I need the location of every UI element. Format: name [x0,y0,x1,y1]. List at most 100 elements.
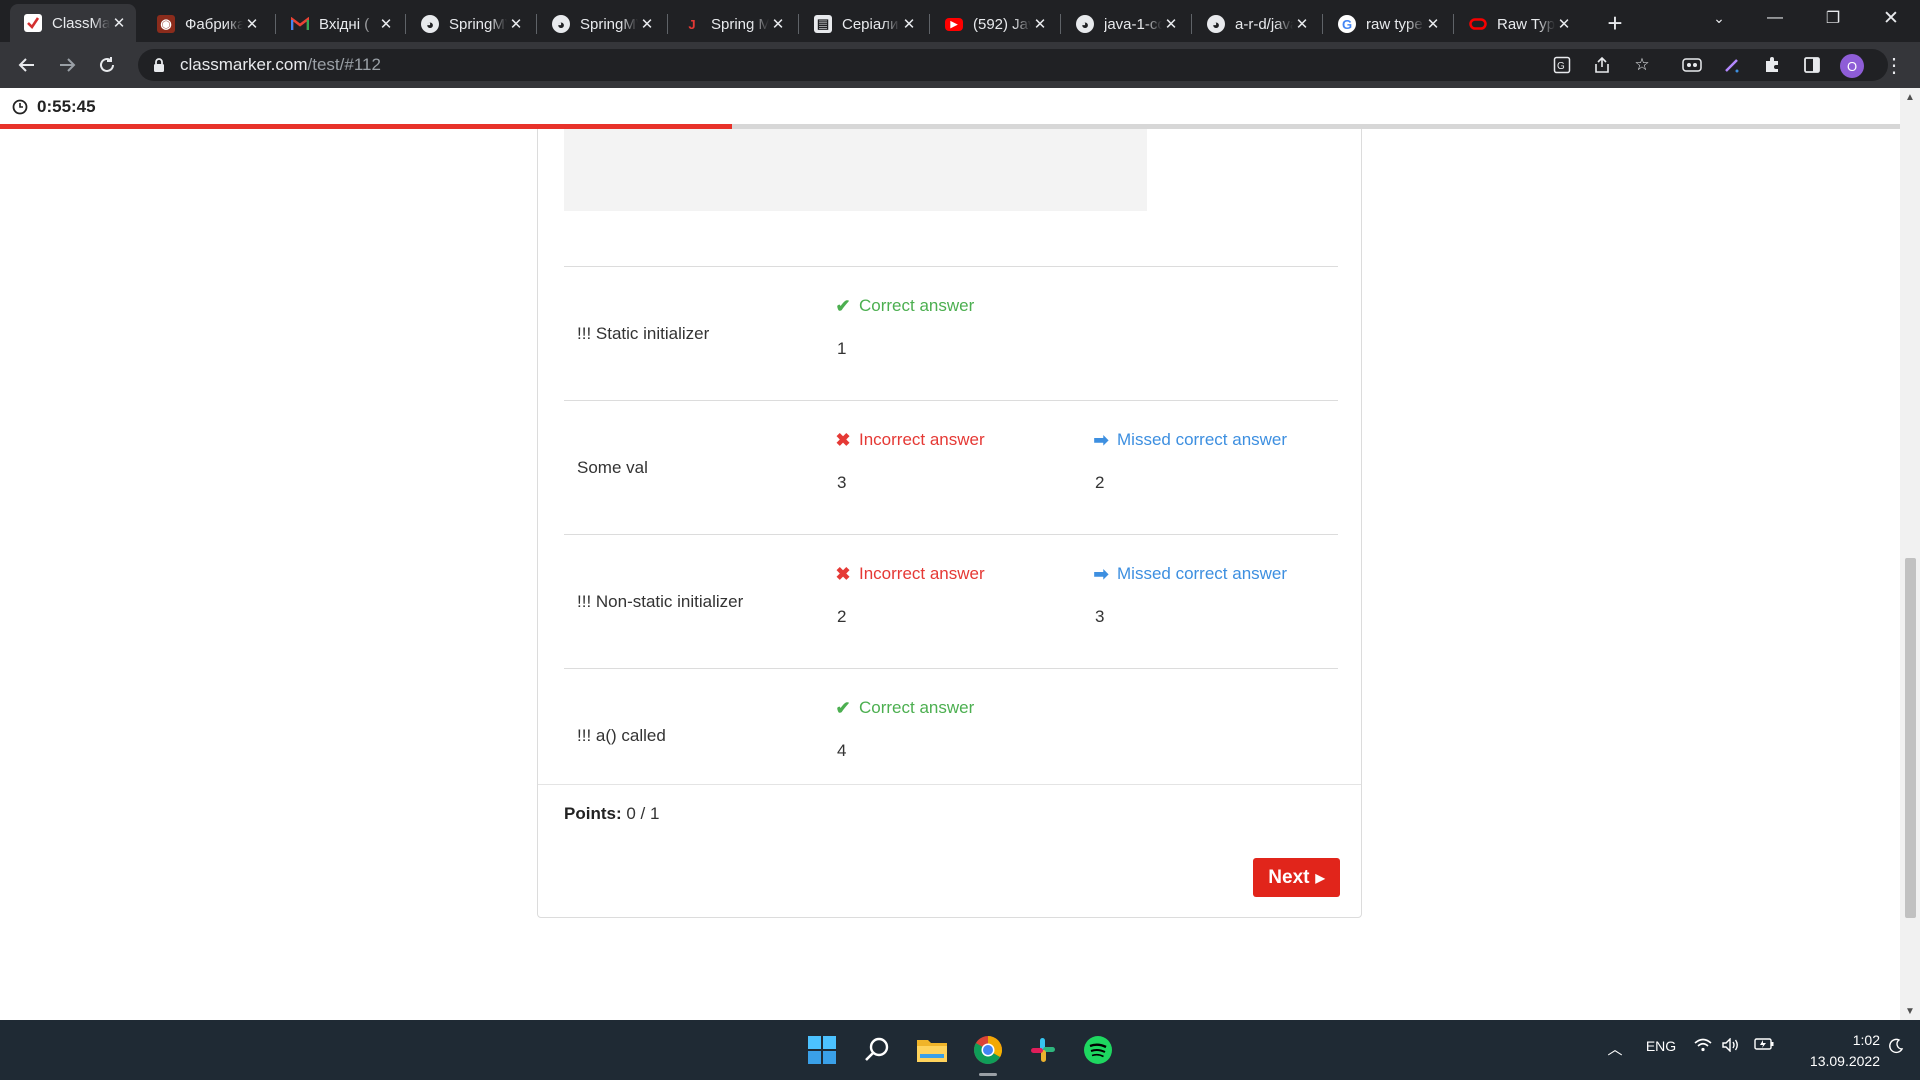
active-app-indicator [979,1073,997,1076]
url-path: /test/#112 [307,55,381,74]
bookmark-star-icon[interactable]: ☆ [1628,51,1656,79]
given-answer: ✖ Incorrect answer 2 [834,563,984,627]
extensions-puzzle-icon[interactable] [1758,51,1786,79]
arrow-left-icon [18,58,34,72]
close-icon[interactable]: ✕ [1031,15,1049,33]
wifi-icon[interactable] [1692,1038,1714,1052]
close-icon[interactable]: ✕ [638,15,656,33]
tab-title: SpringMVC [580,15,638,33]
answer-row: Some val ✖ Incorrect answer 3 ➡ Missed c… [564,400,1338,534]
tab-title: SpringMVC [449,15,507,33]
close-icon[interactable]: ✕ [377,15,395,33]
scroll-up-icon[interactable]: ▲ [1904,91,1916,103]
github-icon: ◕ [1076,15,1094,33]
close-icon[interactable]: ✕ [1555,15,1573,33]
missed-value: 2 [1095,473,1105,492]
timer-bar: 0:55:45 [0,88,1900,126]
close-icon[interactable]: ✕ [1162,15,1180,33]
tab-separator [405,14,406,34]
tab-github-2[interactable]: ◕ SpringMVC ✕ [538,6,664,42]
missed-status-text: Missed correct answer [1117,430,1288,449]
battery-icon[interactable] [1752,1038,1776,1050]
address-bar[interactable]: classmarker.com/test/#112 [138,49,1888,81]
new-tab-button[interactable]: + [1600,8,1630,38]
pen-extension-icon[interactable] [1718,51,1746,79]
close-icon[interactable]: ✕ [507,15,525,33]
row-label: !!! a() called [577,726,666,745]
reading-mode-icon[interactable] [1678,51,1706,79]
answer-status: ✖ Incorrect answer [834,429,985,451]
tab-title: Raw Types [1497,15,1555,33]
browser-toolbar: classmarker.com/test/#112 G ☆ O ⋮ [0,42,1920,88]
scroll-down-icon[interactable]: ▼ [1904,1005,1916,1017]
javarush-icon: J [688,16,696,32]
tab-github-3[interactable]: ◕ java-1-course ✕ [1062,6,1188,42]
back-button[interactable] [11,49,43,81]
cross-icon: ✖ [835,563,851,584]
tab-separator [667,14,668,34]
translate-icon[interactable]: G [1548,51,1576,79]
tab-gmail[interactable]: Вхідні ( ✕ [277,6,403,42]
question-card: } } !!! Static initializer ✔ Correct ans… [537,88,1362,918]
tab-separator [1322,14,1323,34]
scroll-thumb[interactable] [1905,558,1916,918]
tab-youtube[interactable]: ▶ (592) Java ✕ [931,6,1057,42]
close-icon[interactable]: ✕ [769,15,787,33]
tab-serials[interactable]: ▤ Серіали ✕ [800,6,926,42]
next-button-label: Next [1268,866,1310,888]
minimize-button[interactable]: — [1748,0,1802,36]
tab-google-search[interactable]: G raw types ✕ [1324,6,1450,42]
system-clock[interactable]: 1:02 13.09.2022 [1790,1030,1880,1072]
kebab-menu-icon[interactable]: ⋮ [1880,51,1908,79]
close-icon[interactable]: ✕ [1424,15,1442,33]
close-icon[interactable]: ✕ [243,15,261,33]
windows-start-icon[interactable] [803,1031,841,1069]
tab-github-1[interactable]: ◕ SpringMVC ✕ [407,6,533,42]
checkmark-icon: ✔ [835,697,851,718]
browser-tabstrip: ClassMarker ✕ ◉ Фабрика ✕ Вхідні ( ✕ ◕ S… [0,0,1920,42]
slack-icon[interactable] [1024,1031,1062,1069]
forward-button[interactable] [51,49,83,81]
next-button[interactable]: Next ▶ [1253,858,1340,897]
volume-icon[interactable] [1720,1038,1742,1052]
tab-fabrika[interactable]: ◉ Фабрика ✕ [143,6,269,42]
tab-github-4[interactable]: ◕ a-r-d/java ✕ [1193,6,1319,42]
scrollbar[interactable]: ▲ ▼ [1900,88,1920,1020]
answer-status: ✖ Incorrect answer [834,563,984,585]
profile-avatar[interactable]: O [1840,54,1864,78]
arrow-right-icon: ➡ [1093,563,1109,584]
answer-status-text: Incorrect answer [859,430,985,449]
tab-oracle[interactable]: Raw Types ✕ [1455,6,1581,42]
answer-value: 2 [837,607,847,626]
lock-icon[interactable] [152,57,166,73]
close-icon[interactable]: ✕ [1293,15,1311,33]
missed-status: ➡ Missed correct answer [1092,563,1287,585]
missed-answer: ➡ Missed correct answer 3 [1092,563,1287,627]
tab-classmarker[interactable]: ClassMarker ✕ [10,4,136,42]
do-not-disturb-icon[interactable] [1884,1038,1908,1054]
page-content: } } !!! Static initializer ✔ Correct ans… [0,88,1920,1020]
restore-button[interactable]: ❐ [1806,0,1860,36]
side-panel-icon[interactable] [1798,51,1826,79]
tab-title: Фабрика [185,15,243,33]
search-icon[interactable] [858,1031,896,1069]
chevron-up-icon[interactable]: ︿ [1605,1038,1625,1059]
answer-row: !!! a() called ✔ Correct answer 4 [564,668,1338,788]
reload-button[interactable] [91,49,123,81]
chrome-icon[interactable] [969,1031,1007,1069]
language-indicator[interactable]: ENG [1643,1038,1679,1054]
tab-search-icon[interactable]: ⌄ [1692,0,1746,36]
classmarker-icon [24,14,42,32]
share-icon[interactable] [1588,51,1616,79]
close-icon[interactable]: ✕ [900,15,918,33]
url-host: classmarker.com [180,55,308,74]
file-explorer-icon[interactable] [913,1031,951,1069]
tab-separator [798,14,799,34]
oracle-icon [1469,15,1487,33]
spotify-icon[interactable] [1079,1031,1117,1069]
answer-status: ✔ Correct answer [834,295,974,317]
tab-javarush[interactable]: J Spring MVC ✕ [669,6,795,42]
close-icon[interactable]: ✕ [110,14,128,32]
close-window-button[interactable]: ✕ [1864,0,1918,36]
clock-icon [12,99,28,115]
